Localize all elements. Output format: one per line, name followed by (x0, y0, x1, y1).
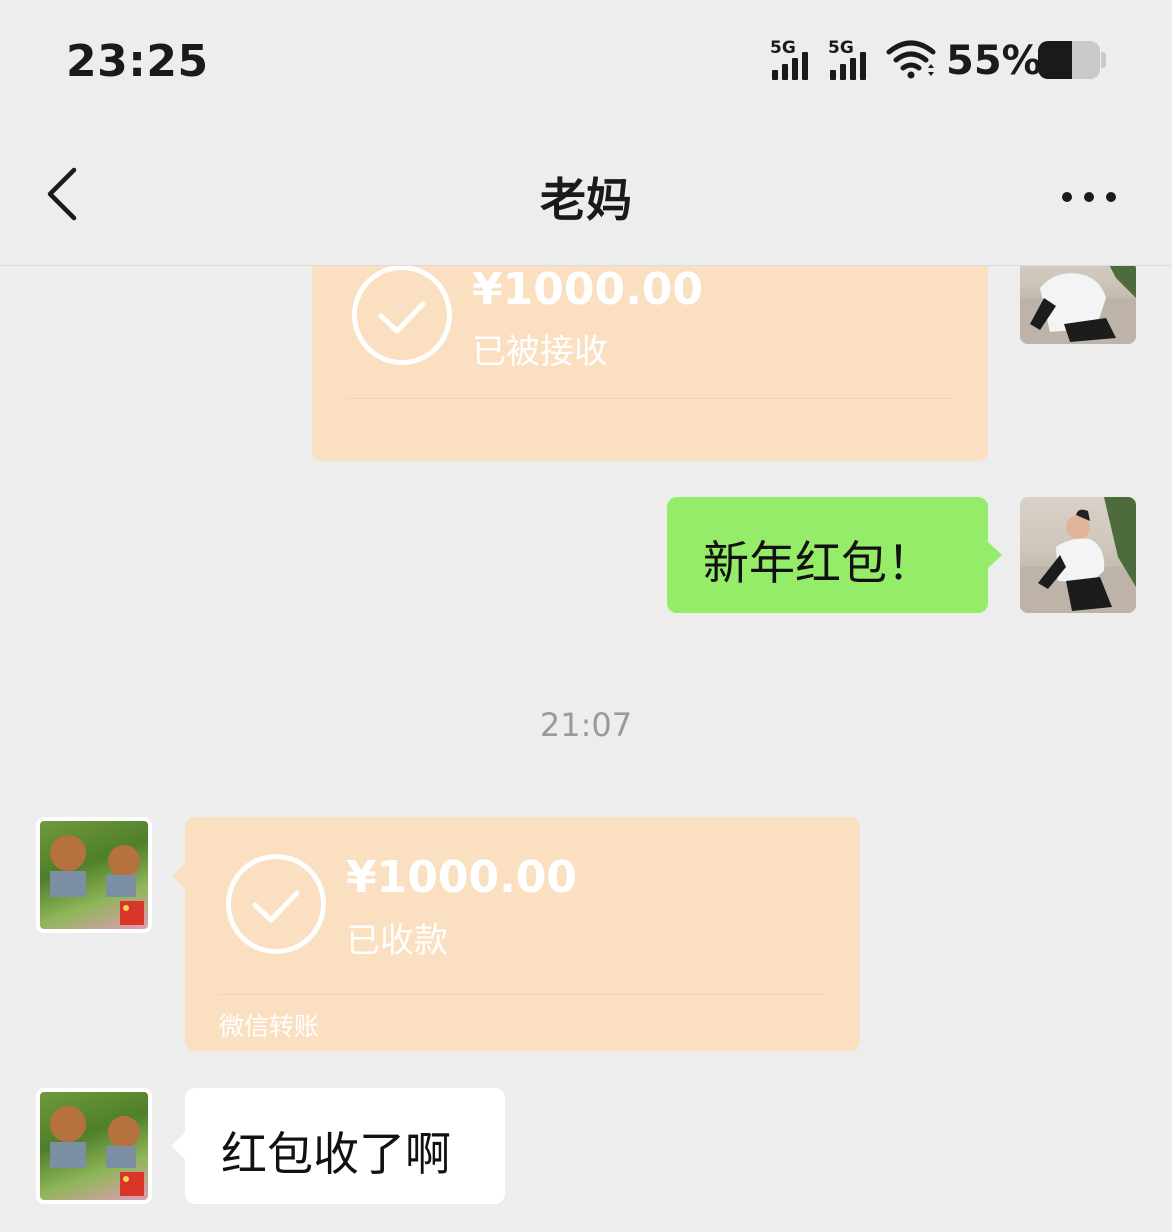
signal-icon: 5G (770, 38, 818, 80)
transfer-amount: ¥1000.00 (472, 266, 704, 315)
battery-icon (1038, 41, 1100, 79)
battery-tip (1101, 52, 1106, 68)
contact-avatar[interactable] (36, 1088, 152, 1204)
check-circle-icon (226, 854, 326, 954)
chat-screen: 23:25 5G 5G 55% 老妈 ¥1000.00 已被接收 新年红包！ 2… (0, 0, 1172, 1232)
my-avatar[interactable] (1020, 266, 1136, 344)
nav-bar: 老妈 (0, 120, 1172, 266)
message-list[interactable]: ¥1000.00 已被接收 新年红包！ 21:07 ¥1000.00 已收款 微… (0, 266, 1172, 1232)
signal-label: 5G (770, 38, 796, 58)
status-time: 23:25 (66, 36, 209, 87)
check-circle-icon (352, 266, 452, 365)
transfer-message-outgoing[interactable]: ¥1000.00 已被接收 (312, 266, 1001, 461)
transfer-footer: 微信转账 (219, 1012, 320, 1041)
contact-avatar[interactable] (36, 817, 152, 933)
text-message-incoming[interactable]: 红包收了啊 (171, 1088, 505, 1204)
text-message-outgoing[interactable]: 新年红包！ (667, 497, 1002, 613)
status-bar: 23:25 5G 5G 55% (0, 0, 1172, 120)
battery-fill (1038, 41, 1073, 79)
more-dots-icon[interactable] (1056, 178, 1122, 218)
signal-label: 5G (828, 38, 854, 58)
battery-percentage: 55% (946, 38, 1042, 84)
transfer-divider (219, 994, 824, 995)
timestamp: 21:07 (539, 706, 633, 744)
my-avatar[interactable] (1020, 497, 1136, 613)
transfer-message-incoming[interactable]: ¥1000.00 已收款 微信转账 (172, 817, 860, 1051)
transfer-status: 已被接收 (472, 332, 608, 372)
wifi-icon (886, 40, 936, 79)
chat-title: 老妈 (540, 173, 632, 227)
message-text: 新年红包！ (703, 536, 933, 590)
transfer-amount: ¥1000.00 (346, 852, 578, 903)
transfer-divider (348, 398, 952, 399)
signal-icon: 5G (828, 38, 876, 80)
message-text: 红包收了啊 (221, 1127, 451, 1181)
transfer-status: 已收款 (346, 921, 448, 961)
